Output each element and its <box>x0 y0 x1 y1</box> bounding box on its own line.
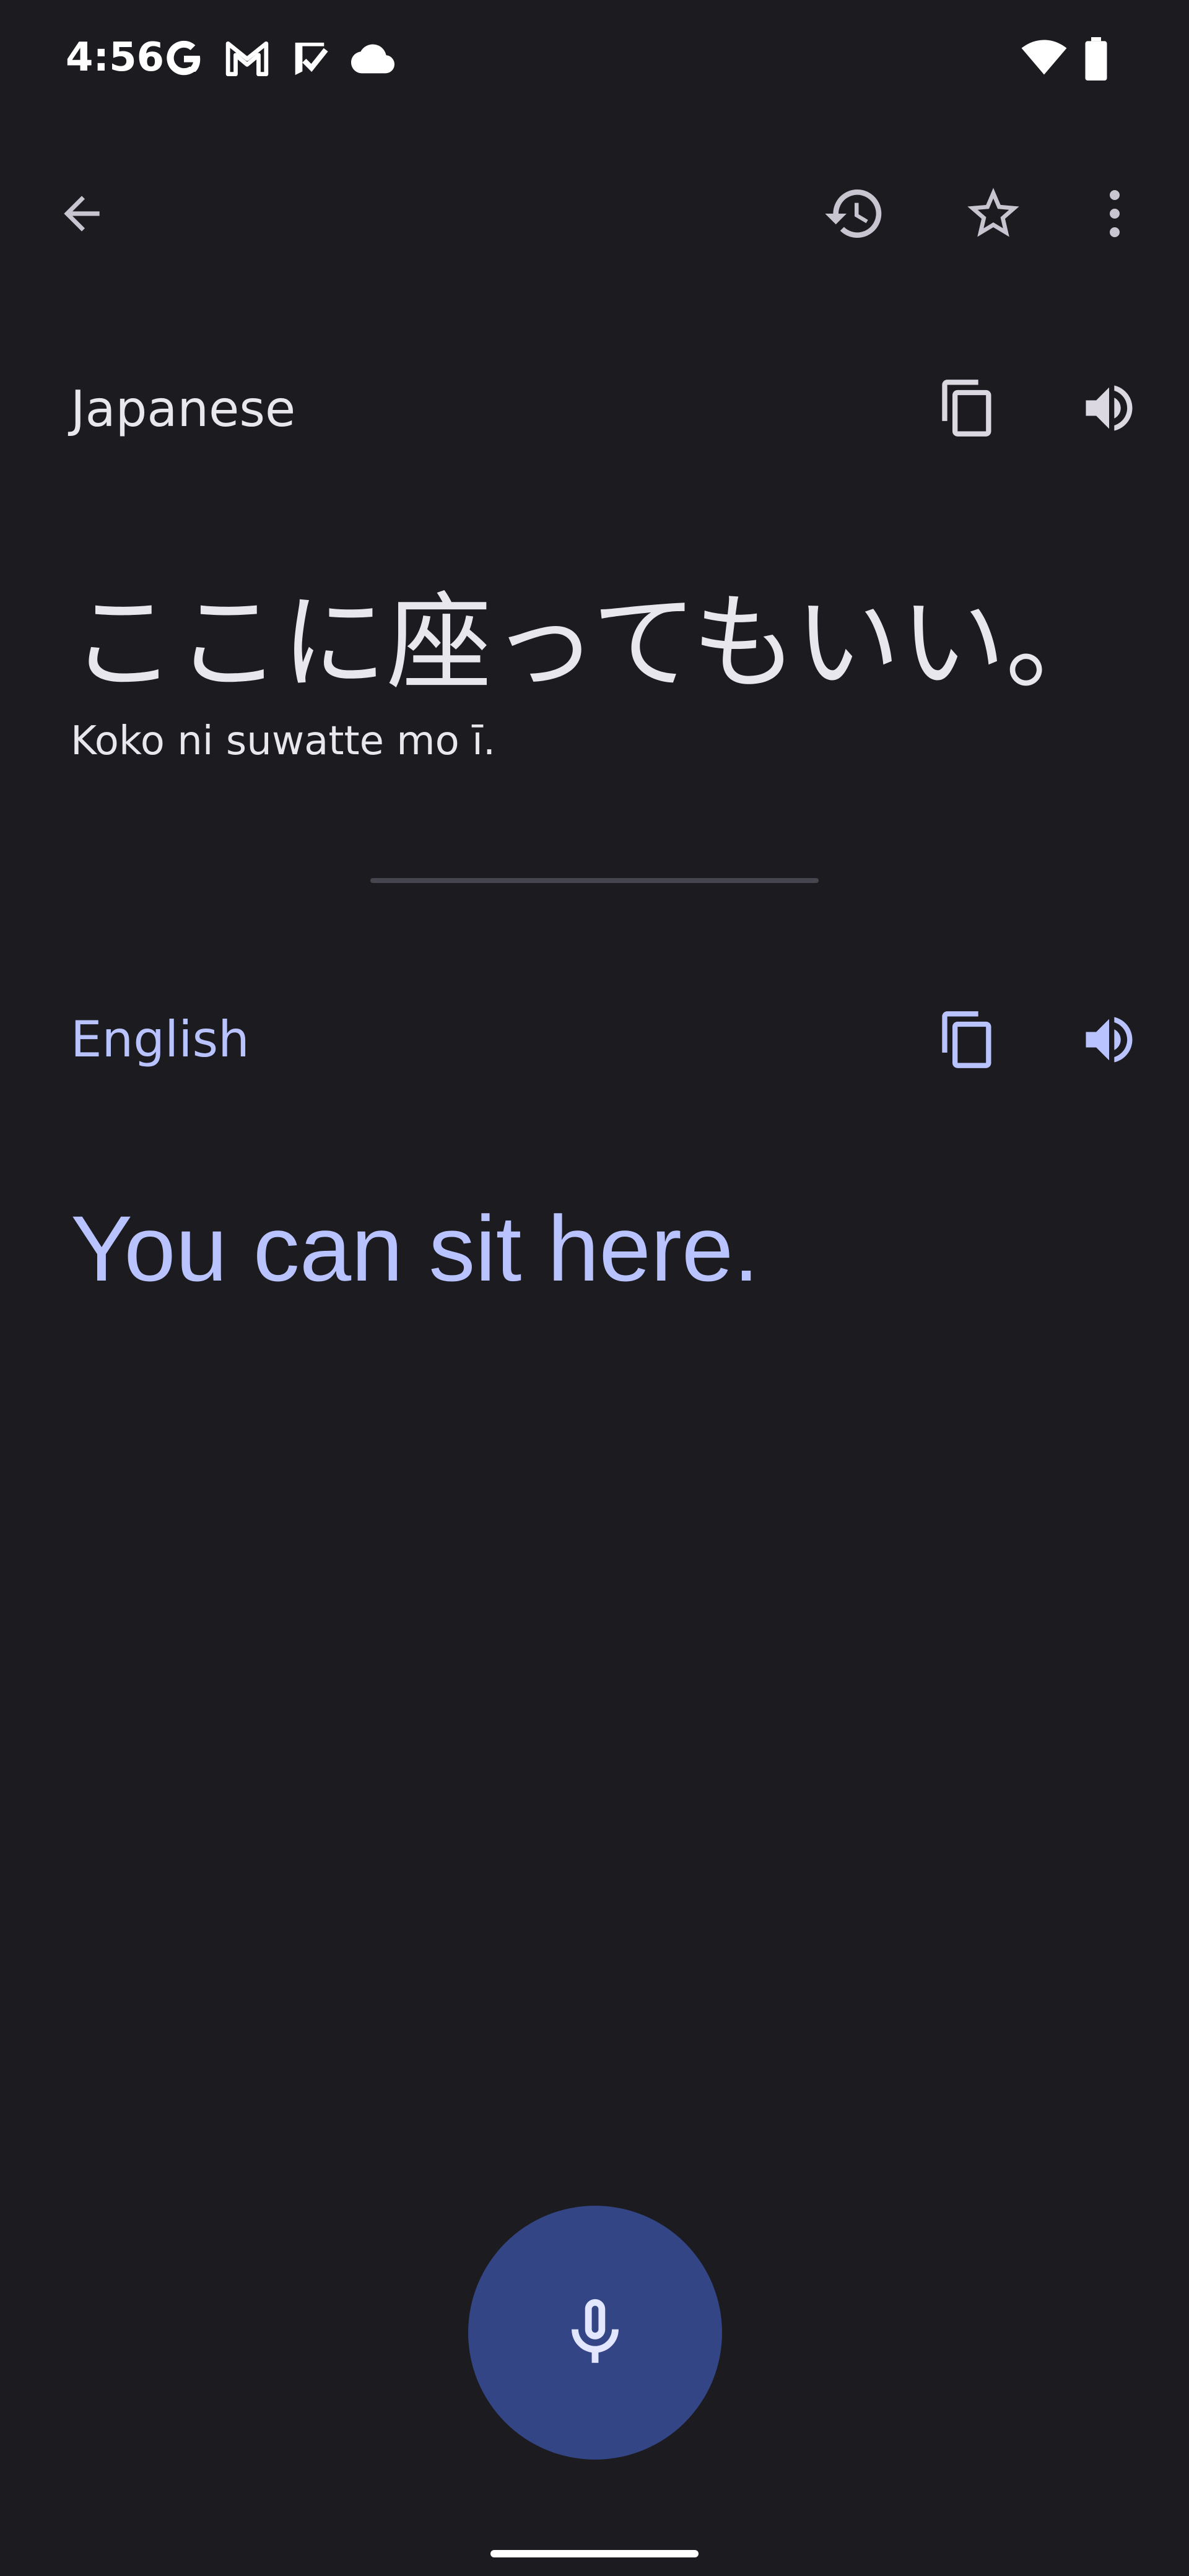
section-divider <box>370 878 819 883</box>
wifi-icon <box>1021 40 1067 75</box>
gmail-icon <box>225 41 269 77</box>
source-language-label: Japanese <box>71 380 296 438</box>
source-romanization: Koko ni suwatte mo ī. <box>71 718 496 764</box>
volume-up-icon <box>1086 385 1133 431</box>
status-time: 4:56 <box>66 35 165 80</box>
history-icon <box>825 189 882 238</box>
google-g-icon <box>167 40 201 76</box>
more-options-button[interactable] <box>1065 164 1164 263</box>
favorite-button[interactable] <box>944 164 1043 263</box>
battery-icon <box>1085 37 1107 80</box>
star-icon <box>967 188 1019 237</box>
listen-source-button[interactable] <box>1063 362 1156 455</box>
volume-up-icon <box>1086 1017 1133 1063</box>
history-button[interactable] <box>805 164 904 263</box>
tasks-icon <box>295 42 328 76</box>
copy-icon <box>942 1011 991 1068</box>
target-language-label: English <box>71 1011 250 1068</box>
listen-translation-button[interactable] <box>1063 993 1156 1086</box>
home-indicator[interactable] <box>490 2550 699 2557</box>
cloud-icon <box>351 44 394 74</box>
source-text[interactable]: ここに座ってもいい。 <box>71 557 1111 710</box>
microphone-button[interactable] <box>468 2206 722 2460</box>
copy-icon <box>942 380 991 437</box>
translation-text[interactable]: You can sit here. <box>71 1195 759 1302</box>
back-button[interactable] <box>32 164 131 263</box>
more-vert-icon <box>1110 190 1120 237</box>
copy-translation-button[interactable] <box>921 993 1014 1086</box>
back-arrow-icon <box>64 196 100 232</box>
status-bar: 4:56 <box>0 0 1189 124</box>
microphone-icon <box>572 2299 619 2363</box>
copy-source-button[interactable] <box>921 362 1014 455</box>
